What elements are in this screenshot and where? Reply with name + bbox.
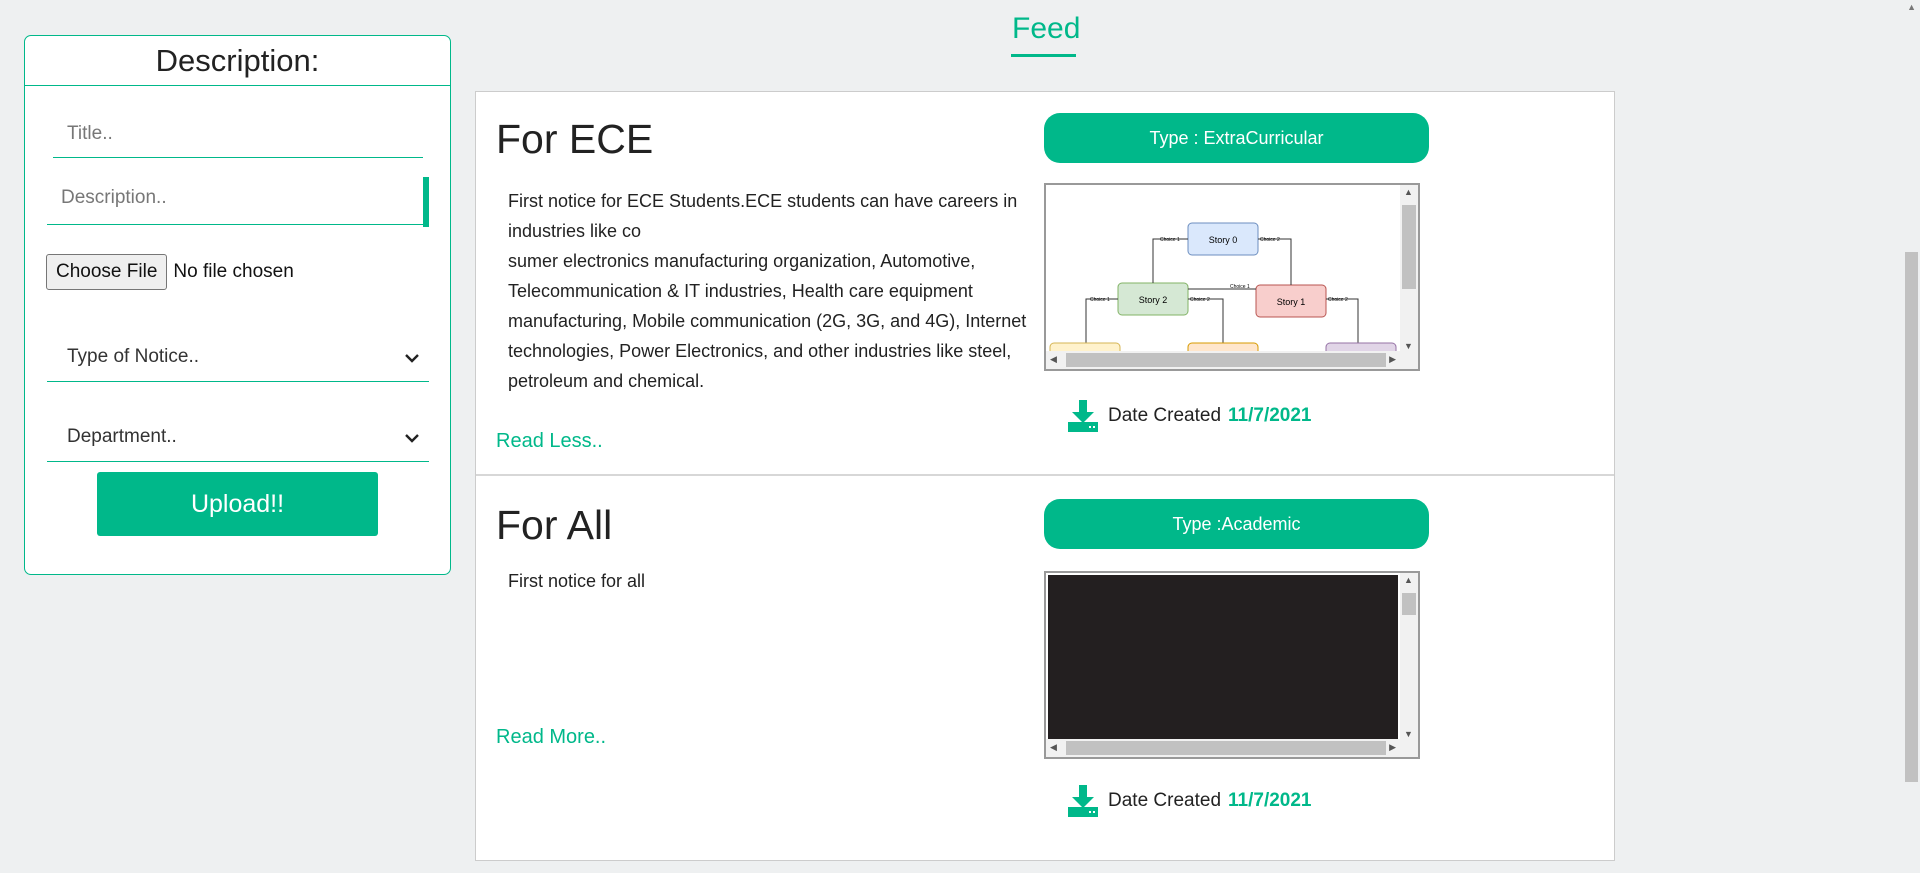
choose-file-button[interactable]: Choose File [46,254,168,290]
title-input[interactable]: Title.. [53,110,423,158]
scrollbar-thumb[interactable] [1402,593,1416,615]
card-body: First notice for all [508,566,1048,596]
scroll-up-icon[interactable]: ▲ [1404,187,1413,197]
scrollbar-thumb[interactable] [1402,205,1416,289]
scrollbar-thumb[interactable] [1066,741,1386,755]
notice-card: For ECE First notice for ECE Students.EC… [476,92,1614,476]
preview-horizontal-scrollbar[interactable]: ◀ ▶ [1046,739,1418,757]
read-less-link[interactable]: Read Less.. [496,430,603,453]
feed-underline [1011,54,1076,57]
date-value: 11/7/2021 [1228,790,1312,811]
attachment-image [1048,575,1398,739]
preview-vertical-scrollbar[interactable]: ▲ ▼ [1400,185,1418,353]
card-title: For ECE [496,116,654,162]
preview-vertical-scrollbar[interactable]: ▲ ▼ [1400,573,1418,741]
scroll-up-icon[interactable]: ▲ [1907,2,1916,12]
diagram-node: Story 0 [1209,235,1238,245]
scroll-left-icon[interactable]: ◀ [1050,742,1057,753]
type-select-value: Type of Notice.. [67,346,200,367]
story-diagram: Story 0 Story 2 Story 1 Choice 1 Choice … [1049,222,1397,351]
scroll-right-icon[interactable]: ▶ [1389,354,1396,365]
diagram-node: Story 2 [1139,295,1168,305]
read-more-link[interactable]: Read More.. [496,726,606,749]
card-body-line: First notice for all [508,571,646,591]
department-select[interactable]: Department.. [47,412,429,462]
description-input[interactable]: Description.. [47,171,429,227]
date-value: 11/7/2021 [1228,405,1312,426]
attachment-preview[interactable]: Story 0 Story 2 Story 1 Choice 1 Choice … [1044,183,1420,371]
download-icon[interactable] [1068,785,1098,817]
file-status: No file chosen [173,261,294,282]
resize-bar [423,177,429,227]
type-badge: Type :Academic [1044,499,1429,549]
card-title: For All [496,502,613,548]
department-select-value: Department.. [67,426,177,447]
feed-list: For ECE First notice for ECE Students.EC… [475,91,1615,861]
diagram-node: Story 1 [1277,297,1306,307]
description-placeholder: Description.. [61,187,167,208]
card-body: First notice for ECE Students.ECE studen… [508,186,1048,396]
file-upload: Choose File No file chosen [46,254,294,290]
upload-form: Description: Title.. Description.. Choos… [24,35,451,575]
upload-button[interactable]: Upload!! [97,472,378,536]
scrollbar-thumb[interactable] [1066,353,1386,367]
diagram-edge-label: Choice 2 [1328,297,1348,303]
card-body-line: First notice for ECE Students.ECE studen… [508,191,1018,241]
date-label: Date Created [1108,790,1222,811]
download-icon[interactable] [1068,400,1098,432]
form-title: Description: [25,36,450,86]
scroll-right-icon[interactable]: ▶ [1389,742,1396,753]
diagram-edge-label: Choice 1 [1090,297,1110,303]
diagram-edge-label: Choice 2 [1190,297,1210,303]
date-label: Date Created [1108,405,1222,426]
card-body-line: sumer electronics manufacturing organiza… [508,251,1027,391]
scroll-left-icon[interactable]: ◀ [1050,354,1057,365]
diagram-edge-label: Choice 1 [1160,237,1180,243]
feed-heading[interactable]: Feed [1012,12,1080,46]
chevron-down-icon [405,412,419,462]
page-scrollbar[interactable]: ▲ [1903,0,1920,873]
scroll-up-icon[interactable]: ▲ [1404,575,1413,585]
notice-card: For All First notice for all Read More..… [476,478,1614,860]
attachment-preview[interactable]: ▲ ▼ ◀ ▶ [1044,571,1420,759]
diagram-edge-label: Choice 2 [1260,237,1280,243]
preview-horizontal-scrollbar[interactable]: ◀ ▶ [1046,351,1418,369]
date-created: Date Created 11/7/2021 [1068,400,1312,432]
chevron-down-icon [405,332,419,382]
page-scrollbar-thumb[interactable] [1905,252,1918,782]
type-badge: Type : ExtraCurricular [1044,113,1429,163]
date-created: Date Created 11/7/2021 [1068,785,1312,817]
scroll-down-icon[interactable]: ▼ [1404,341,1413,351]
diagram-edge-label: Choice 1 [1230,284,1250,290]
type-of-notice-select[interactable]: Type of Notice.. [47,332,429,382]
scroll-down-icon[interactable]: ▼ [1404,729,1413,739]
